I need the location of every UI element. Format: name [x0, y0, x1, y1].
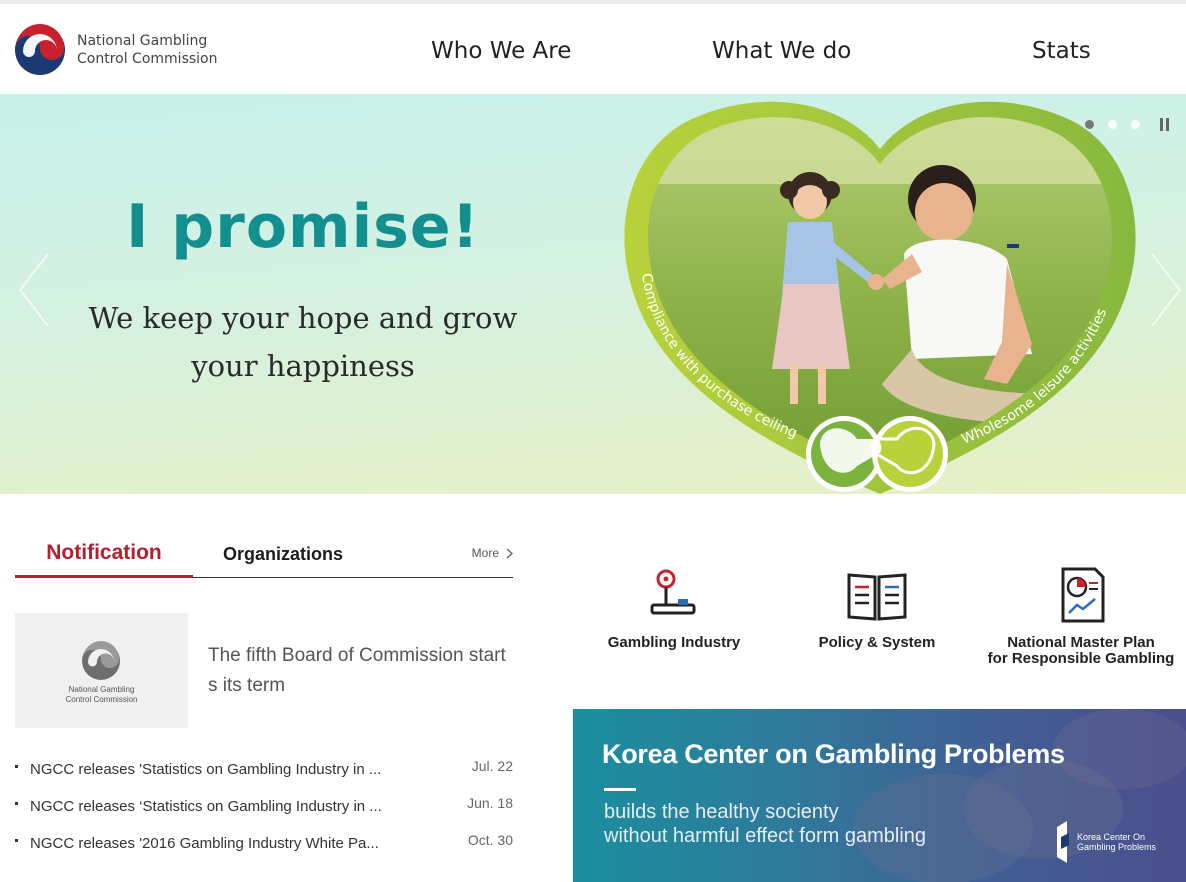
- carousel-dot-3[interactable]: [1131, 120, 1140, 129]
- more-label: More: [471, 546, 499, 560]
- nav-what-we-do[interactable]: What We do: [712, 38, 851, 64]
- notice-list: NGCC releases 'Statistics on Gambling In…: [15, 752, 513, 863]
- bullet-icon: [15, 839, 18, 842]
- notice-date: Jun. 18: [467, 795, 513, 811]
- tab-organizations[interactable]: Organizations: [223, 544, 343, 565]
- list-item[interactable]: NGCC releases 'Statistics on Gambling In…: [15, 752, 513, 789]
- carousel-indicators: [1085, 118, 1172, 131]
- list-item[interactable]: NGCC releases ‘Statistics on Gambling In…: [15, 789, 513, 826]
- quick-link-master-plan[interactable]: National Master Plan for Responsible Gam…: [981, 565, 1181, 680]
- nav-stats[interactable]: Stats: [1032, 38, 1091, 64]
- hero-subtitle: We keep your hope and grow your happines…: [0, 294, 606, 390]
- banner-title: Korea Center on Gambling Problems: [602, 739, 1065, 769]
- featured-thumbnail: National Gambling Control Commission: [15, 613, 188, 728]
- carousel-next-button[interactable]: [1146, 250, 1186, 330]
- tab-notification[interactable]: Notification: [15, 541, 193, 578]
- notice-title[interactable]: NGCC releases ‘Statistics on Gambling In…: [30, 798, 390, 815]
- notice-date: Oct. 30: [467, 832, 513, 848]
- chevron-right-icon: [506, 547, 513, 559]
- featured-notice[interactable]: National Gambling Control Commission The…: [15, 613, 513, 728]
- banner-subtitle-line-1: builds the healthy socienty: [604, 801, 839, 823]
- list-item[interactable]: NGCC releases '2016 Gambling Industry Wh…: [15, 826, 513, 863]
- chevron-right-icon: [1151, 253, 1182, 327]
- quick-link-label-line-1: National Master Plan: [1007, 634, 1155, 651]
- bullet-icon: [15, 765, 18, 768]
- brand-line-1: Korea Center On: [1077, 832, 1146, 842]
- kcgp-mark-icon: [1057, 821, 1069, 863]
- hero-subtitle-line-1: We keep your hope and grow: [88, 301, 518, 335]
- banner-subtitle-line-2: without harmful effect form gambling: [604, 825, 927, 847]
- pause-icon[interactable]: [1160, 118, 1172, 131]
- quick-link-policy-system[interactable]: Policy & System: [777, 565, 977, 680]
- hero-carousel: I promise! We keep your hope and grow yo…: [0, 94, 1186, 494]
- featured-title[interactable]: The fifth Board of Commission starts its…: [208, 641, 513, 701]
- notice-title[interactable]: NGCC releases 'Statistics on Gambling In…: [30, 761, 390, 778]
- taegeuk-emblem-icon: [82, 641, 120, 680]
- site-header: National Gambling Control Commission Who…: [0, 0, 1186, 94]
- more-link[interactable]: More: [472, 546, 513, 560]
- thumb-caption-2: Control Commission: [65, 695, 138, 704]
- notice-title[interactable]: NGCC releases '2016 Gambling Industry Wh…: [30, 835, 390, 852]
- bullet-icon: [15, 802, 18, 805]
- main-nav: Who We Are What We do Stats: [0, 38, 1186, 68]
- brand-line-2: Gambling Problems: [1077, 842, 1157, 852]
- kcgp-banner[interactable]: Korea Center on Gambling Problems builds…: [573, 709, 1186, 882]
- quick-link-label: Gambling Industry: [607, 634, 741, 651]
- banner-subtitle: builds the healthy socienty without harm…: [604, 800, 926, 848]
- quick-link-label: Policy & System: [818, 634, 936, 651]
- carousel-dot-1[interactable]: [1085, 120, 1094, 129]
- hero-title: I promise!: [126, 192, 480, 262]
- chart-document-icon: [1061, 567, 1105, 623]
- quick-link-label-line-2: for Responsible Gambling: [987, 650, 1175, 667]
- thumb-caption-1: National Gambling: [68, 685, 135, 694]
- joystick-icon: [650, 569, 696, 615]
- carousel-dot-2[interactable]: [1108, 120, 1117, 129]
- quick-link-label: National Master Plan for Responsible Gam…: [981, 635, 1181, 667]
- heart-promise-illustration: Compliance with purchase ceiling Wholeso…: [624, 101, 1136, 494]
- hero-subtitle-line-2: your happiness: [191, 349, 415, 383]
- nav-who-we-are[interactable]: Who We Are: [431, 38, 571, 64]
- kcgp-logo: Korea Center On Gambling Problems: [1055, 821, 1156, 863]
- notice-tabs: Notification Organizations More: [15, 536, 513, 578]
- banner-divider: [604, 788, 636, 791]
- quick-link-gambling-industry[interactable]: Gambling Industry: [574, 565, 774, 680]
- open-book-icon: [847, 573, 907, 621]
- notice-date: Jul. 22: [471, 758, 513, 774]
